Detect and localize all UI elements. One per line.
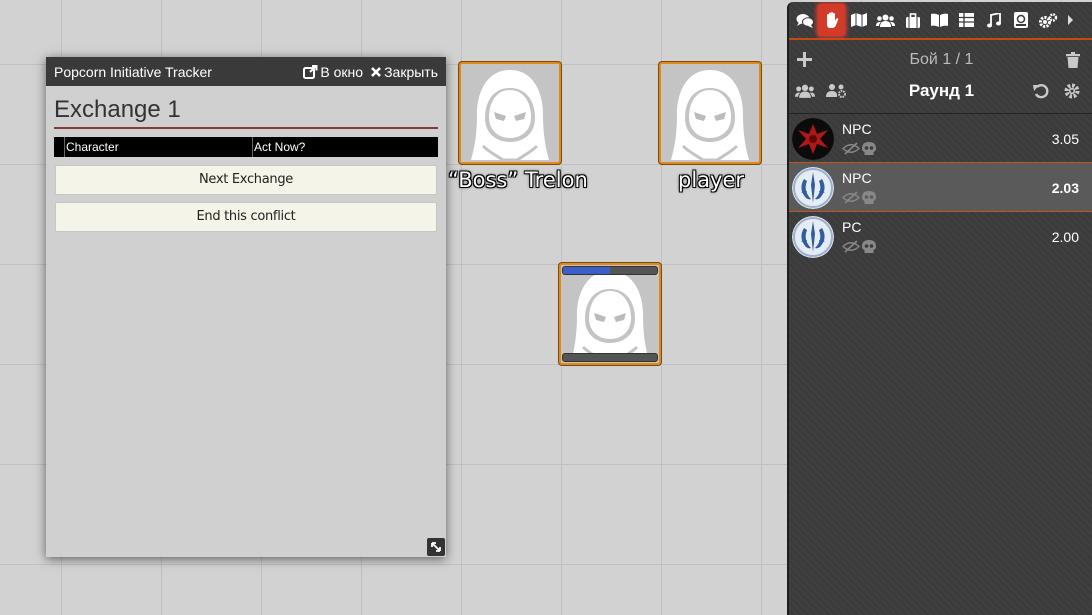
tab-turn-order[interactable] xyxy=(818,4,845,36)
token-unnamed[interactable] xyxy=(559,263,661,365)
hooded-figure-icon xyxy=(571,271,649,363)
turn-status-icons xyxy=(842,142,876,156)
reset-round-button[interactable] xyxy=(1033,83,1049,99)
exchange-title: Exchange 1 xyxy=(54,94,438,129)
fight-label: Бой 1 / 1 xyxy=(909,50,974,68)
avatar xyxy=(792,216,834,258)
token-boss-trelon[interactable] xyxy=(459,62,561,164)
tab-users[interactable] xyxy=(872,4,899,36)
turn-name: PC xyxy=(842,219,862,235)
tab-jukebox[interactable] xyxy=(980,4,1007,36)
initiative-table: Character Act Now? xyxy=(54,137,438,157)
dialog-content: Exchange 1 Character Act Now? Next Excha… xyxy=(46,86,446,232)
external-link-icon xyxy=(303,64,318,79)
table-icon xyxy=(959,13,974,27)
jedi-emblem-icon xyxy=(792,167,834,209)
token-bar-top[interactable] xyxy=(562,266,658,275)
token-bar-bottom[interactable] xyxy=(562,353,658,362)
delete-fight-button[interactable] xyxy=(1066,51,1080,68)
tab-tables[interactable] xyxy=(953,4,980,36)
close-label: Закрыть xyxy=(384,63,438,80)
token-name-boss: “Boss” Trelon xyxy=(448,168,588,192)
avatar xyxy=(792,167,834,209)
eye-slash-icon[interactable] xyxy=(842,240,860,253)
hooded-figure-icon xyxy=(671,70,749,162)
chat-icon xyxy=(796,13,814,28)
undo-icon xyxy=(1033,83,1049,98)
table-header-character: Character xyxy=(64,137,253,157)
briefcase-icon xyxy=(905,12,920,28)
jedi-emblem-icon xyxy=(792,216,834,258)
eye-slash-icon[interactable] xyxy=(842,191,860,204)
next-exchange-button[interactable]: Next Exchange xyxy=(55,165,437,195)
avatar xyxy=(792,118,834,160)
popout-button[interactable]: В окно xyxy=(303,64,363,80)
table-header-row: Character Act Now? xyxy=(54,137,438,157)
initiative-value[interactable]: 2.03 xyxy=(1052,180,1079,196)
map-icon xyxy=(850,13,867,27)
fight-row: Бой 1 / 1 xyxy=(789,44,1092,75)
skull-icon[interactable] xyxy=(862,240,876,254)
dialog-title: Popcorn Initiative Tracker xyxy=(54,63,212,80)
close-icon xyxy=(371,66,381,77)
turn-row[interactable]: PC 2.00 xyxy=(789,212,1092,260)
sidebar-scroll-right[interactable] xyxy=(1061,4,1079,36)
compendium-icon xyxy=(1013,12,1028,28)
settings-icon xyxy=(1038,12,1057,28)
turn-settings-button[interactable] xyxy=(1064,83,1080,99)
turn-status-icons xyxy=(842,191,876,205)
music-icon xyxy=(986,12,1001,27)
hooded-figure-icon xyxy=(471,70,549,162)
table-header-act-now: Act Now? xyxy=(252,137,438,157)
turn-name: NPC xyxy=(842,170,872,186)
tab-journal[interactable] xyxy=(899,4,926,36)
end-conflict-button[interactable]: End this conflict xyxy=(55,202,437,232)
red-emblem-icon xyxy=(792,118,834,160)
turn-row[interactable]: NPC 3.05 xyxy=(789,113,1092,162)
close-button[interactable]: Закрыть xyxy=(370,64,438,80)
initiative-value[interactable]: 2.00 xyxy=(1052,229,1079,245)
users-icon xyxy=(876,14,895,27)
token-bar-fill xyxy=(563,267,610,274)
table-header-cell xyxy=(54,137,65,157)
token-name-player: player xyxy=(678,168,745,192)
book-icon xyxy=(931,13,948,27)
round-row: Раунд 1 xyxy=(789,75,1092,106)
tab-compendium[interactable] xyxy=(926,4,953,36)
tab-collection[interactable] xyxy=(1007,4,1034,36)
sidebar-tabbar xyxy=(789,2,1092,40)
right-sidebar: Бой 1 / 1 Раунд 1 NPC 3.05 NPC 2.03 PC 2… xyxy=(787,2,1092,615)
caret-right-icon xyxy=(1067,15,1073,25)
tab-settings[interactable] xyxy=(1034,4,1061,36)
turn-row-current[interactable]: NPC 2.03 xyxy=(789,162,1092,212)
skull-icon[interactable] xyxy=(862,142,876,156)
turn-status-icons xyxy=(842,240,876,254)
turn-name: NPC xyxy=(842,121,872,137)
initiative-value[interactable]: 3.05 xyxy=(1052,131,1079,147)
trash-icon xyxy=(1066,51,1080,68)
gear-icon xyxy=(1064,83,1080,98)
eye-slash-icon[interactable] xyxy=(842,142,860,155)
popout-label: В окно xyxy=(320,63,364,80)
popcorn-tracker-dialog: Popcorn Initiative Tracker В окно Закрыт… xyxy=(46,57,446,557)
tab-chat[interactable] xyxy=(791,4,818,36)
skull-icon[interactable] xyxy=(862,191,876,205)
resize-icon xyxy=(431,542,441,552)
tab-map[interactable] xyxy=(845,4,872,36)
token-player[interactable] xyxy=(659,62,761,164)
resize-handle[interactable] xyxy=(427,538,445,556)
dialog-titlebar[interactable]: Popcorn Initiative Tracker В окно Закрыт… xyxy=(46,57,446,86)
hand-icon xyxy=(826,11,838,28)
